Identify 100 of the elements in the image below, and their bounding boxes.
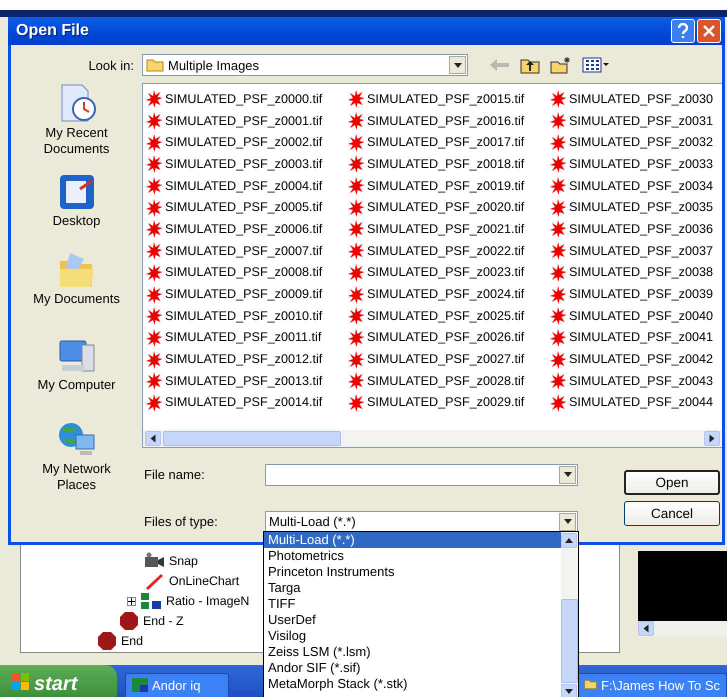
file-item[interactable]: SIMULATED_PSF_z0033 (548, 153, 722, 175)
file-item[interactable]: SIMULATED_PSF_z0011.tif (144, 326, 346, 348)
file-item[interactable]: SIMULATED_PSF_z0022.tif (346, 240, 548, 262)
file-item[interactable]: SIMULATED_PSF_z0004.tif (144, 174, 346, 196)
taskbar-button[interactable]: Andor iq (125, 673, 229, 697)
close-icon (703, 25, 715, 37)
places-bar-item[interactable]: My Recent Documents (16, 83, 136, 171)
right-arrow-icon (710, 434, 714, 442)
file-item[interactable]: SIMULATED_PSF_z0000.tif (144, 88, 346, 110)
file-item[interactable]: SIMULATED_PSF_z0007.tif (144, 240, 346, 262)
windows-flag-icon (12, 673, 30, 691)
file-item[interactable]: SIMULATED_PSF_z0031 (548, 110, 722, 132)
splat-icon (144, 89, 164, 108)
tree-item[interactable]: End (97, 631, 144, 651)
file-type-option[interactable]: Multi-Load (*.*) (264, 532, 561, 548)
file-item[interactable]: SIMULATED_PSF_z0018.tif (346, 153, 548, 175)
file-item[interactable]: SIMULATED_PSF_z0015.tif (346, 88, 548, 110)
file-item[interactable]: SIMULATED_PSF_z0041 (548, 326, 722, 348)
splat-icon (548, 241, 568, 260)
file-item[interactable]: SIMULATED_PSF_z0020.tif (346, 196, 548, 218)
dropdown-button[interactable] (449, 56, 466, 74)
file-item[interactable]: SIMULATED_PSF_z0034 (548, 174, 722, 196)
places-bar-item[interactable]: My Computer (16, 335, 136, 419)
file-item[interactable]: SIMULATED_PSF_z0002.tif (144, 131, 346, 154)
splat-icon (346, 154, 366, 174)
file-item[interactable]: SIMULATED_PSF_z0010.tif (144, 304, 346, 327)
scroll-left-button[interactable] (638, 621, 654, 636)
new-folder-icon[interactable] (550, 56, 572, 74)
scroll-thumb[interactable] (163, 431, 341, 446)
splat-icon (346, 306, 366, 326)
file-item[interactable]: SIMULATED_PSF_z0013.tif (144, 370, 346, 392)
open-button[interactable]: Open (624, 470, 720, 495)
scroll-thumb[interactable] (561, 599, 578, 683)
tree-item[interactable]: End - Z (119, 611, 184, 631)
look-in-dropdown[interactable]: Multiple Images (142, 54, 468, 76)
scroll-up-button[interactable] (561, 533, 577, 548)
file-item[interactable]: SIMULATED_PSF_z0035 (548, 196, 722, 218)
taskbar-button[interactable]: F:\James How To Sc (577, 673, 727, 697)
file-item[interactable]: SIMULATED_PSF_z0032 (548, 131, 722, 154)
file-item[interactable]: SIMULATED_PSF_z0003.tif (144, 153, 346, 175)
splat-icon (346, 284, 366, 304)
cancel-button[interactable]: Cancel (624, 501, 720, 526)
splat-icon (548, 111, 568, 130)
help-button[interactable] (671, 19, 695, 43)
view-menu-icon[interactable] (582, 57, 610, 73)
file-item[interactable]: SIMULATED_PSF_z0043 (548, 370, 722, 392)
file-item[interactable]: SIMULATED_PSF_z0040 (548, 304, 722, 327)
file-item[interactable]: SIMULATED_PSF_z0029.tif (346, 392, 548, 414)
file-item[interactable]: SIMULATED_PSF_z0028.tif (346, 370, 548, 392)
horizontal-scrollbar[interactable] (638, 621, 727, 637)
places-bar-item[interactable]: Desktop (16, 171, 136, 249)
file-item[interactable]: SIMULATED_PSF_z0012.tif (144, 348, 346, 370)
places-bar-item[interactable]: My Network Places (16, 419, 136, 499)
scroll-down-button[interactable] (561, 684, 577, 697)
file-item[interactable]: SIMULATED_PSF_z0030 (548, 88, 722, 110)
splat-icon (346, 176, 366, 196)
files-of-type-label: Files of type: (143, 514, 219, 529)
dropdown-button[interactable] (559, 512, 576, 530)
file-item[interactable]: SIMULATED_PSF_z0023.tif (346, 262, 548, 284)
file-item[interactable]: SIMULATED_PSF_z0039 (548, 283, 722, 305)
tree-item[interactable]: Ratio - ImageN (127, 591, 250, 611)
file-item[interactable]: SIMULATED_PSF_z0024.tif (346, 283, 548, 305)
down-arrow-icon (454, 62, 462, 68)
splat-icon (346, 262, 366, 282)
close-button[interactable] (697, 19, 721, 43)
file-item[interactable]: SIMULATED_PSF_z0027.tif (346, 348, 548, 370)
splat-icon (144, 154, 164, 174)
file-item[interactable]: SIMULATED_PSF_z0044 (548, 392, 722, 414)
file-item[interactable]: SIMULATED_PSF_z0017.tif (346, 131, 548, 154)
file-item[interactable]: SIMULATED_PSF_z0042 (548, 348, 722, 370)
file-item[interactable]: SIMULATED_PSF_z0009.tif (144, 283, 346, 305)
dropdown-button[interactable] (559, 466, 576, 484)
file-item[interactable]: SIMULATED_PSF_z0005.tif (144, 196, 346, 218)
splat-icon (548, 350, 568, 369)
start-button[interactable]: start (0, 665, 117, 697)
horizontal-scrollbar[interactable] (143, 430, 722, 447)
file-item[interactable]: SIMULATED_PSF_z0025.tif (346, 304, 548, 327)
file-item[interactable]: SIMULATED_PSF_z0021.tif (346, 218, 548, 240)
file-item[interactable]: SIMULATED_PSF_z0036 (548, 218, 722, 240)
vertical-scrollbar[interactable] (561, 532, 578, 697)
tree-item[interactable]: OnLineChart (143, 571, 240, 591)
down-arrow-icon (564, 519, 572, 524)
scroll-right-button[interactable] (704, 431, 720, 446)
file-item[interactable]: SIMULATED_PSF_z0037 (548, 240, 722, 262)
file-item[interactable]: SIMULATED_PSF_z0014.tif (144, 392, 346, 414)
file-item[interactable]: SIMULATED_PSF_z0008.tif (144, 262, 346, 284)
file-name-field[interactable] (265, 464, 578, 486)
tree-item[interactable]: Snap (143, 551, 198, 571)
scroll-left-button[interactable] (145, 431, 161, 446)
image-grid-icon (140, 592, 162, 610)
files-of-type-dropdown[interactable]: Multi-Load (*.*) (265, 510, 578, 532)
file-item[interactable]: SIMULATED_PSF_z0006.tif (144, 218, 346, 240)
left-arrow-icon (150, 434, 156, 442)
file-item[interactable]: SIMULATED_PSF_z0001.tif (144, 110, 346, 132)
places-bar-item[interactable]: My Documents (16, 249, 136, 335)
expand-icon[interactable] (127, 596, 136, 606)
file-item[interactable]: SIMULATED_PSF_z0026.tif (346, 326, 548, 348)
file-item[interactable]: SIMULATED_PSF_z0019.tif (346, 174, 548, 196)
file-item[interactable]: SIMULATED_PSF_z0038 (548, 262, 722, 284)
file-item[interactable]: SIMULATED_PSF_z0016.tif (346, 110, 548, 132)
